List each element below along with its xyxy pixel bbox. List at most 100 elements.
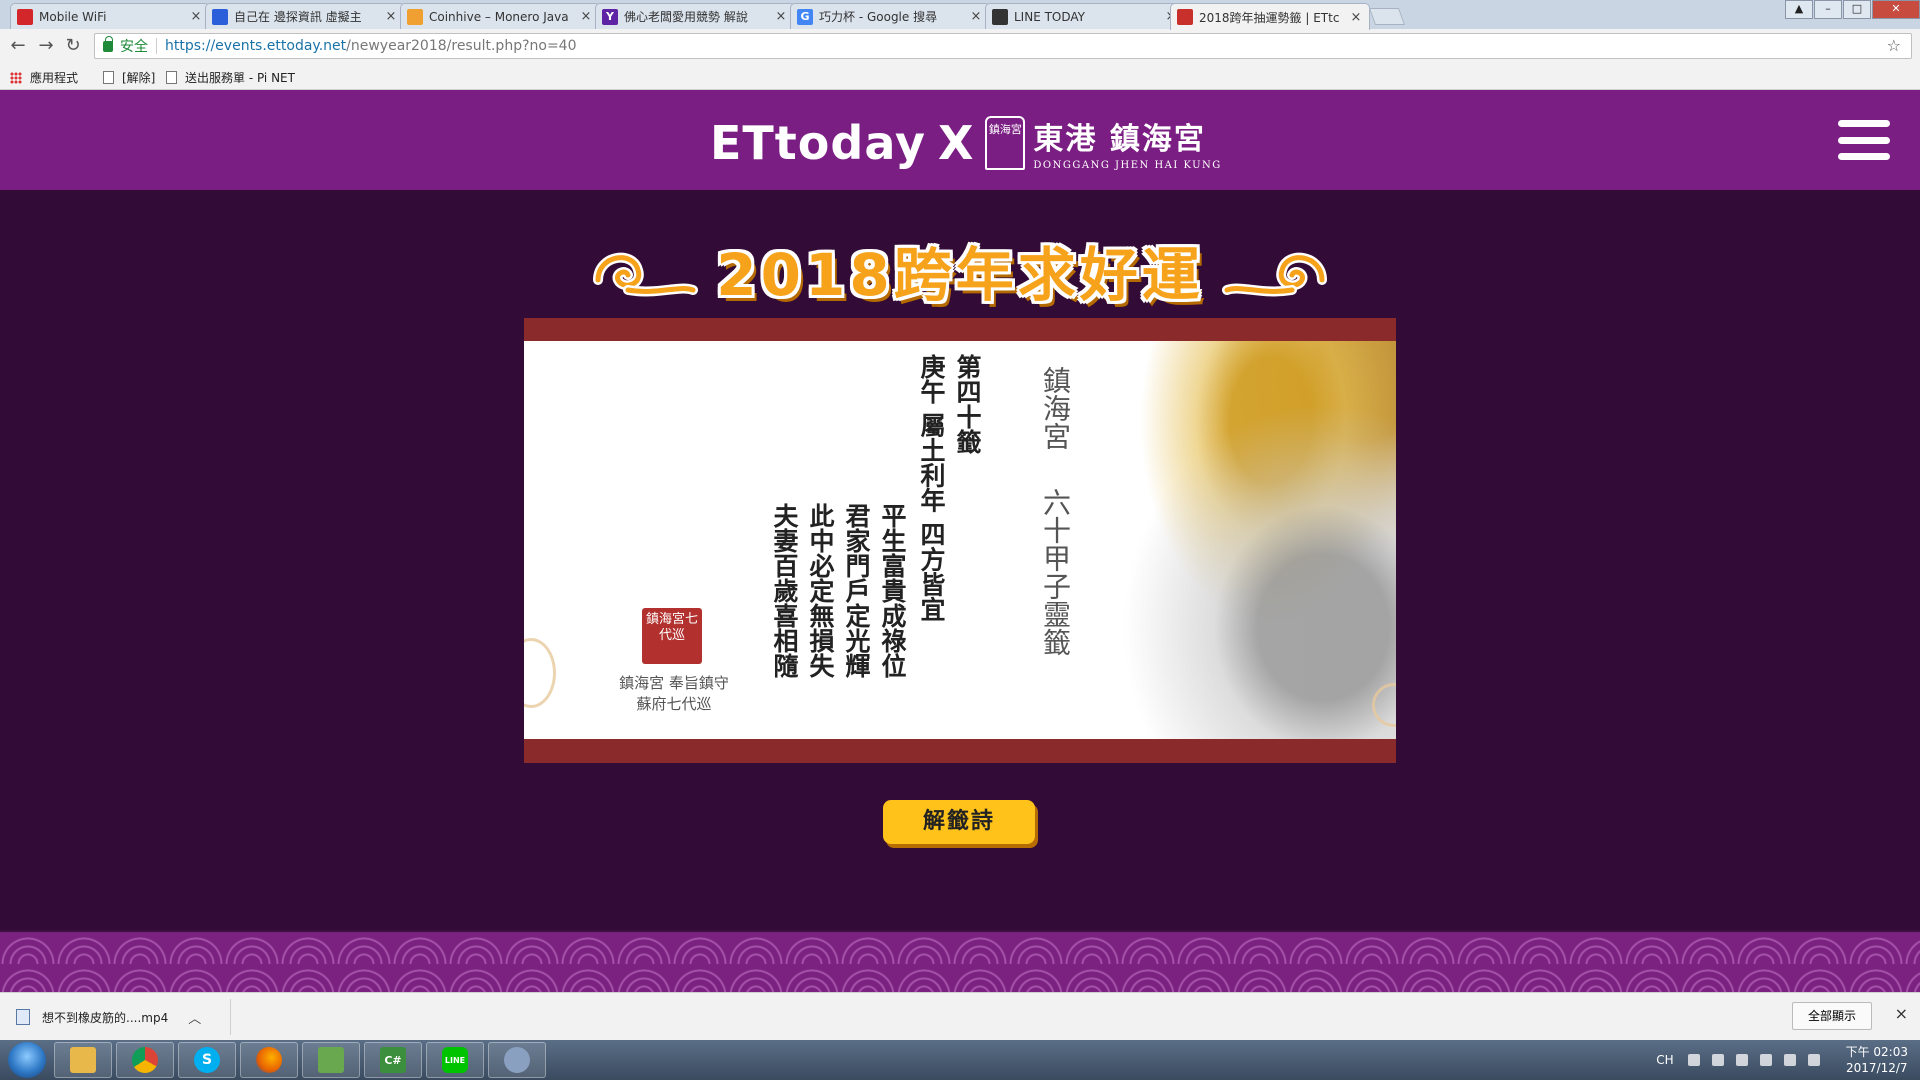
- temple-name-en: DONGGANG JHEN HAI KUNG: [1033, 160, 1222, 171]
- chrome-icon: [132, 1047, 158, 1073]
- fortune-subheading: 庚午 屬土利年 四方皆宜: [916, 354, 947, 621]
- huawei-icon: [17, 8, 33, 25]
- lock-icon: [103, 35, 113, 52]
- help-icon[interactable]: [1711, 1054, 1724, 1066]
- explain-fortune-button[interactable]: 解籤詩: [883, 800, 1035, 844]
- download-item[interactable]: 想不到橡皮筋的....mp4 ︿: [16, 1001, 201, 1033]
- taskbar-firefox[interactable]: [240, 1042, 298, 1078]
- clock-date: 2017/12/7: [1846, 1061, 1908, 1075]
- new-tab-button[interactable]: [1368, 8, 1406, 25]
- tab-label: LINE TODAY: [1014, 9, 1086, 24]
- taskbar-notepad[interactable]: [302, 1042, 360, 1078]
- chevron-up-icon[interactable]: [1735, 1054, 1748, 1066]
- yahoo-icon: Y: [602, 8, 618, 25]
- close-icon[interactable]: ×: [189, 9, 203, 24]
- close-icon[interactable]: ×: [1349, 10, 1363, 25]
- flag-icon[interactable]: [1759, 1054, 1772, 1066]
- video-file-icon: [16, 1009, 30, 1025]
- site-logo[interactable]: ETtoday X 鎮海宮 東港 鎮海宮 DONGGANG JHEN HAI K…: [710, 114, 1222, 171]
- page-icon: [166, 71, 177, 84]
- minimize-button[interactable]: –: [1814, 0, 1842, 19]
- download-shelf: 想不到橡皮筋的....mp4 ︿ 全部顯示 ×: [0, 992, 1920, 1040]
- page-title: 2018跨年求好運: [716, 241, 1204, 309]
- taskbar-line[interactable]: LINE: [426, 1042, 484, 1078]
- url-host: https://events.ettoday.net: [165, 38, 347, 54]
- divider: [156, 38, 157, 54]
- ettoday-icon: [1177, 9, 1193, 25]
- tab-yahoo[interactable]: Y 佛心老闆愛用競勢 解說 ×: [595, 3, 795, 29]
- poem-line-3: 此中必定無損失: [805, 503, 836, 678]
- forward-icon[interactable]: →: [36, 36, 56, 56]
- wave-pattern-footer: [0, 932, 1920, 992]
- taskbar-chrome[interactable]: [116, 1042, 174, 1078]
- bookmark-apps[interactable]: 應用程式: [10, 69, 78, 86]
- tab-virtual-host[interactable]: 自己在 邊探資訊 虛擬主 ×: [205, 3, 405, 29]
- line-icon: LINE: [442, 1047, 468, 1073]
- bookmark-pinet[interactable]: 送出服務單 - Pi NET: [166, 69, 295, 86]
- poem-heading: 第四十籤: [953, 354, 982, 454]
- chevron-up-icon[interactable]: ︿: [188, 1008, 201, 1027]
- taskbar-csharp[interactable]: C#: [364, 1042, 422, 1078]
- volume-icon[interactable]: [1807, 1054, 1820, 1066]
- divider: [230, 999, 231, 1035]
- logo-x: X: [937, 115, 974, 170]
- tab-google[interactable]: G 巧力杯 - Google 搜尋 ×: [790, 3, 990, 29]
- bookmark-star-icon[interactable]: ☆: [1887, 36, 1901, 55]
- tab-mobile-wifi[interactable]: Mobile WiFi ×: [10, 3, 210, 29]
- reload-icon[interactable]: ↻: [63, 36, 83, 56]
- system-tray: CH 下午 02:03 2017/12/7: [1656, 1040, 1908, 1080]
- windows-taskbar: S C# LINE CH 下午 02:03 2017/12/7: [0, 1040, 1920, 1080]
- close-icon[interactable]: ×: [774, 9, 788, 24]
- bookmark-label: 應用程式: [30, 71, 79, 85]
- close-icon[interactable]: ×: [969, 9, 983, 24]
- poem-line: 此中必定無損失: [806, 503, 835, 678]
- poem-line: 夫妻百歲喜相隨: [770, 503, 799, 678]
- bookmark-unlock[interactable]: [解除]: [103, 69, 155, 86]
- bookmarks-bar: 應用程式 [解除] 送出服務單 - Pi NET: [0, 63, 1920, 90]
- address-bar[interactable]: 安全 https://events.ettoday.net /newyear20…: [94, 33, 1912, 59]
- window-close-button[interactable]: ✕: [1872, 0, 1920, 19]
- google-icon: G: [797, 8, 813, 25]
- show-all-downloads-button[interactable]: 全部顯示: [1792, 1002, 1872, 1030]
- user-icon[interactable]: ▲: [1785, 0, 1813, 19]
- close-shelf-icon[interactable]: ×: [1895, 1004, 1908, 1023]
- tab-label: 佛心老闆愛用競勢 解說: [624, 10, 748, 24]
- clock[interactable]: 下午 02:03 2017/12/7: [1846, 1044, 1908, 1076]
- tab-strip: Mobile WiFi × 自己在 邊探資訊 虛擬主 × Coinhive – …: [0, 0, 1920, 30]
- calligraphy-text: 鎮海宮: [1039, 366, 1072, 450]
- maximize-button[interactable]: □: [1843, 0, 1871, 19]
- poem-line-2: 君家門戶定光輝: [841, 503, 872, 678]
- tab-ettoday-active[interactable]: 2018跨年抽運勢籤 | ETtc ×: [1170, 3, 1370, 30]
- tab-coinhive[interactable]: Coinhive – Monero Java ×: [400, 3, 600, 29]
- taskbar-skype[interactable]: S: [178, 1042, 236, 1078]
- url-path: /newyear2018/result.php?no=40: [346, 38, 577, 54]
- folder-icon: [70, 1047, 96, 1073]
- swirl-left-icon: [593, 252, 699, 297]
- start-button[interactable]: [8, 1042, 46, 1078]
- hamburger-menu-icon[interactable]: [1838, 120, 1890, 160]
- temple-seal-icon: 鎮海宮: [985, 115, 1026, 170]
- page-icon: [103, 71, 114, 84]
- back-icon[interactable]: ←: [8, 36, 28, 56]
- poem-line: 君家門戶定光輝: [842, 503, 871, 678]
- temple-note: 鎮海宮 奉旨鎮守 蘇府七代巡: [604, 673, 744, 715]
- calligraphy-temple: 鎮海宮: [1036, 366, 1074, 450]
- deity-illustration: [1066, 341, 1396, 739]
- taskbar-paint[interactable]: [488, 1042, 546, 1078]
- browser-toolbar: ← → ↻ 安全 https://events.ettoday.net /new…: [0, 29, 1920, 63]
- apps-grid-icon: [10, 71, 22, 84]
- keyboard-icon[interactable]: [1687, 1054, 1700, 1066]
- paint-icon: [504, 1047, 530, 1073]
- line-today-icon: [992, 8, 1008, 25]
- poem-line-4: 夫妻百歲喜相隨: [769, 503, 800, 678]
- tab-line-today[interactable]: LINE TODAY ×: [985, 3, 1185, 29]
- fortune-card: 鎮海宮 六十甲子靈籤 第四十籤 庚午 屬土利年 四方皆宜 平生富貴成祿位 君家門…: [524, 318, 1396, 763]
- calligraphy-title: 六十甲子靈籤: [1036, 488, 1074, 656]
- poem-line-1: 平生富貴成祿位: [877, 503, 908, 678]
- close-icon[interactable]: ×: [579, 9, 593, 24]
- close-icon[interactable]: ×: [384, 9, 398, 24]
- chat-icon: [212, 8, 228, 25]
- network-icon[interactable]: [1783, 1054, 1796, 1066]
- taskbar-explorer[interactable]: [54, 1042, 112, 1078]
- input-language[interactable]: CH: [1656, 1053, 1673, 1067]
